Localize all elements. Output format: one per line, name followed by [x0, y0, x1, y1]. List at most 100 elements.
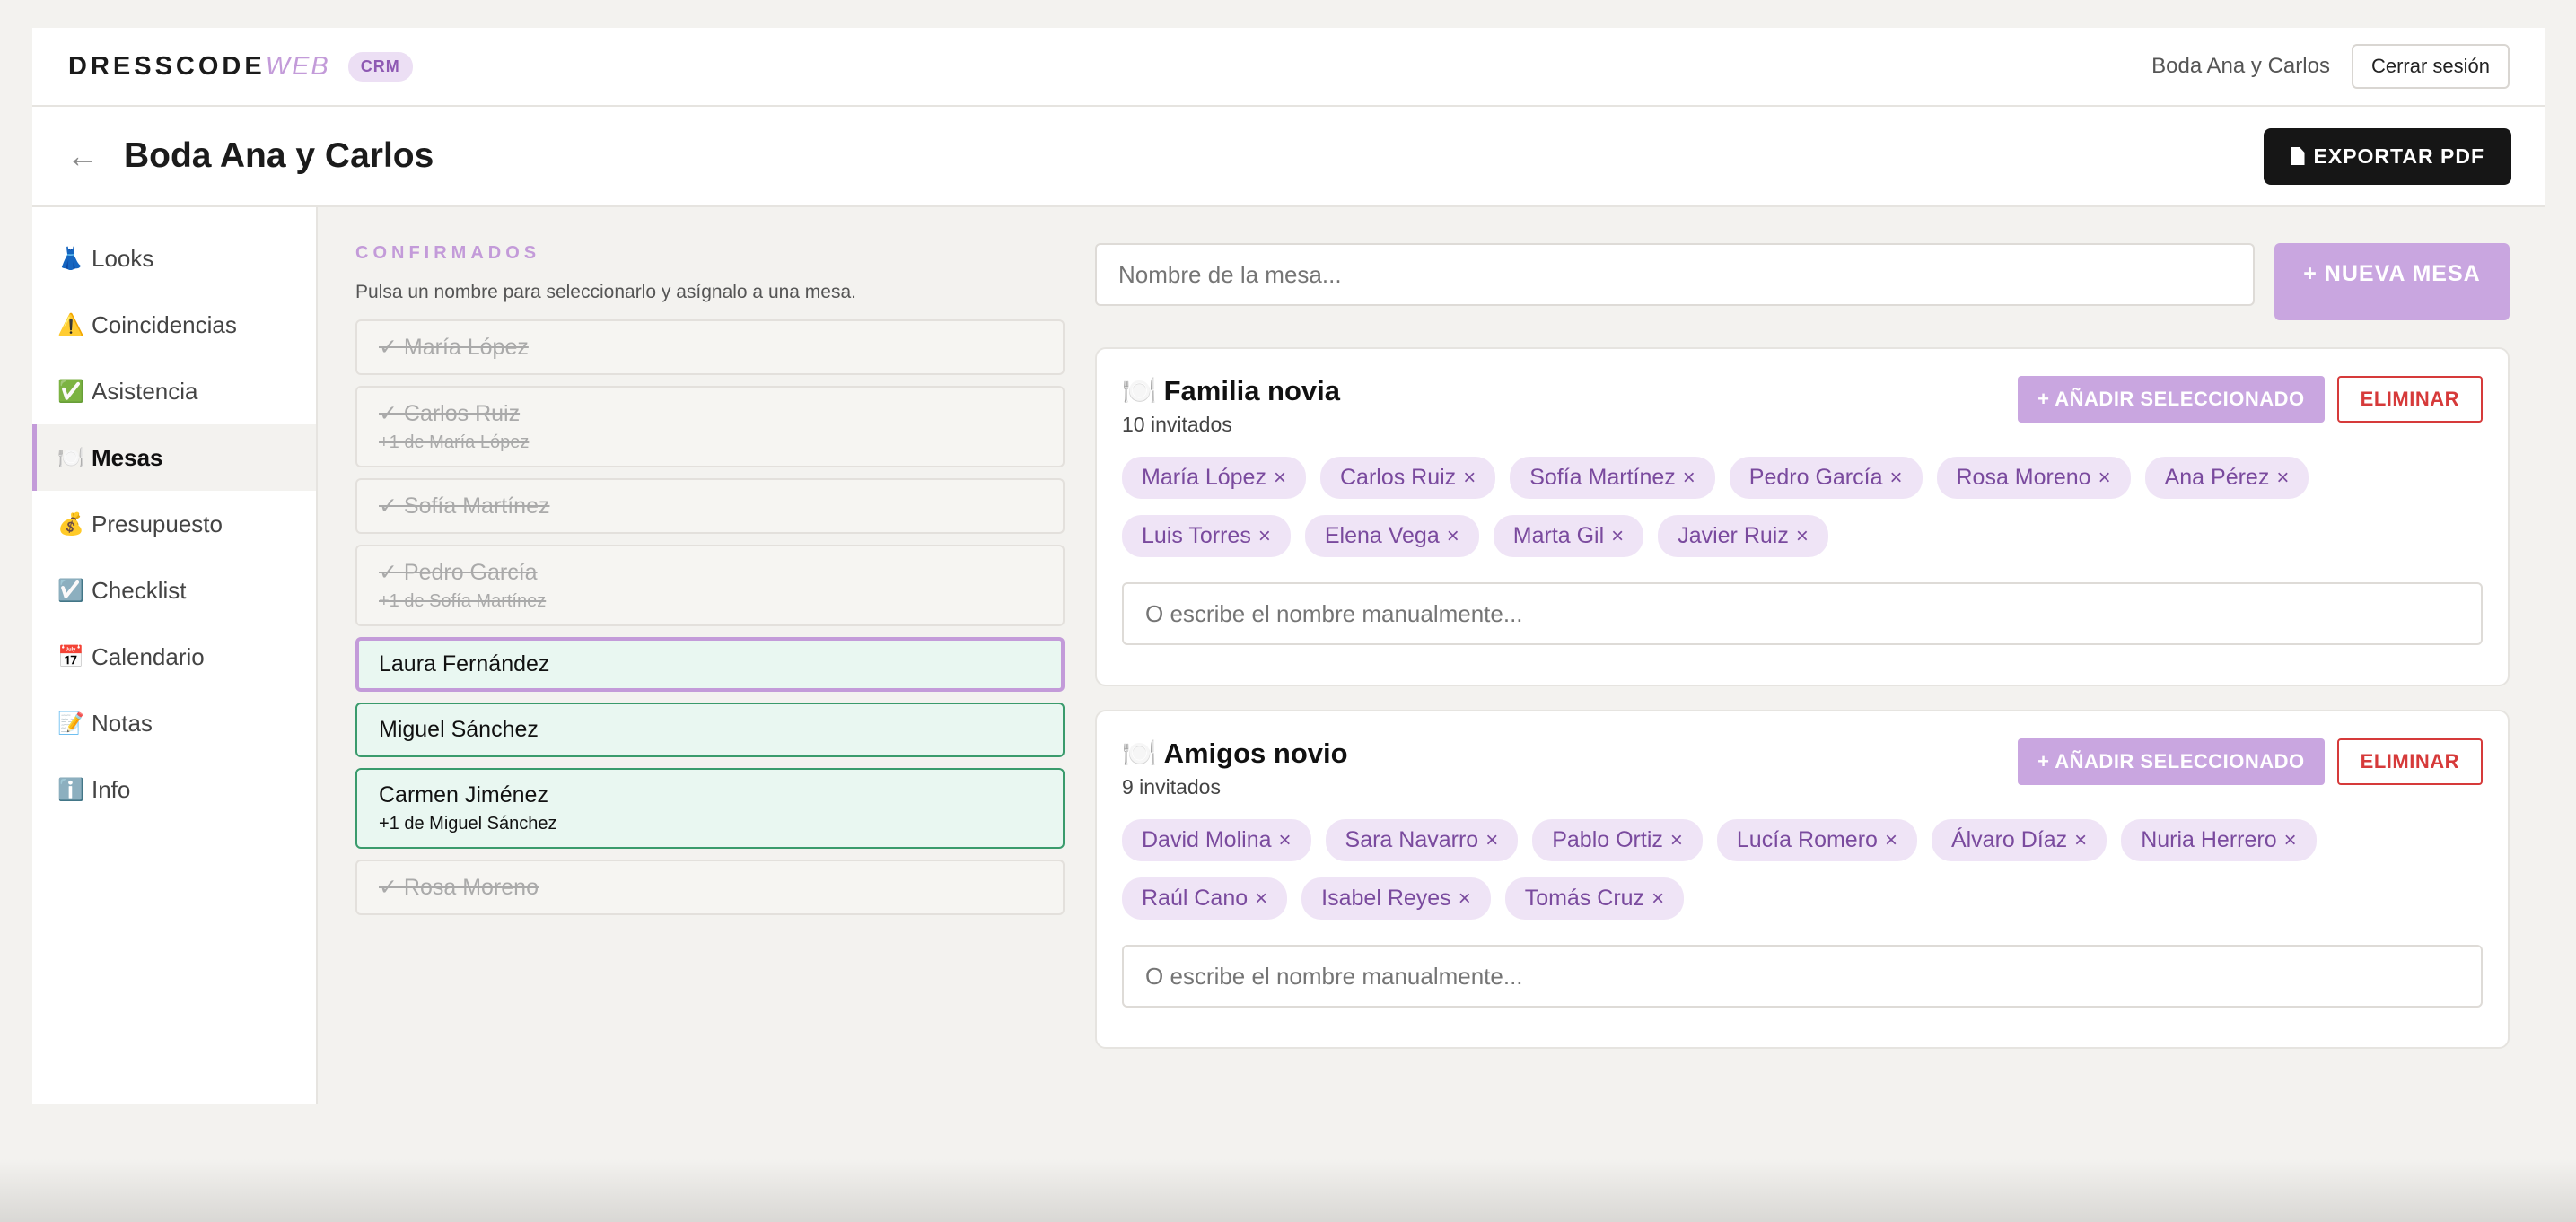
- sidebar-item-asistencia[interactable]: ✅ Asistencia: [32, 358, 316, 424]
- guest-chip-name: Lucía Romero: [1736, 827, 1878, 852]
- guest-item[interactable]: Laura Fernández: [355, 637, 1065, 692]
- sidebar-item-calendario[interactable]: 📅 Calendario: [32, 624, 316, 690]
- notas-icon: 📝: [57, 711, 84, 736]
- guest-item[interactable]: ✓ Carlos Ruiz +1 de María López: [355, 386, 1065, 467]
- remove-icon[interactable]: ×: [1459, 886, 1471, 912]
- guest-chip: María López ×: [1122, 457, 1306, 499]
- remove-icon[interactable]: ×: [2284, 828, 2297, 853]
- guest-item[interactable]: ✓ Sofía Martínez: [355, 478, 1065, 534]
- guest-count: 10 invitados: [1122, 413, 1232, 436]
- current-event-name: Boda Ana y Carlos: [2151, 54, 2330, 78]
- remove-icon[interactable]: ×: [1796, 524, 1809, 549]
- guest-list: ✓ María López ✓ Carlos Ruiz +1 de María Ló…: [355, 319, 1065, 915]
- table-name: Familia novia: [1163, 374, 1341, 406]
- sidebar-item-label: Mesas: [92, 443, 163, 471]
- table-card-heading: 🍽️ Familia novia 10 invitados: [1122, 374, 1340, 437]
- table-name-input[interactable]: [1095, 243, 2255, 306]
- delete-table-button[interactable]: ELIMINAR: [2336, 376, 2483, 423]
- remove-icon[interactable]: ×: [2074, 828, 2087, 853]
- page-title: Boda Ana y Carlos: [124, 136, 434, 175]
- guest-chip: Sara Navarro ×: [1325, 819, 1519, 861]
- guest-name: Carmen Jiménez: [379, 782, 548, 807]
- guest-chip-name: Javier Ruiz: [1678, 523, 1789, 548]
- sidebar-item-label: Presupuesto: [92, 510, 223, 537]
- tables-panel: + NUEVA MESA 🍽️ Familia novia 10 invitados…: [1095, 243, 2510, 1104]
- remove-icon[interactable]: ×: [1274, 466, 1286, 491]
- guest-plus-one: +1 de Sofía Martínez: [379, 591, 547, 611]
- remove-icon[interactable]: ×: [2098, 466, 2111, 491]
- guest-name: ✓ Sofía Martínez: [379, 493, 550, 519]
- sidebar-item-checklist[interactable]: ☑️ Checklist: [32, 557, 316, 624]
- plate-icon: 🍽️: [1122, 738, 1157, 769]
- guest-chip: Tomás Cruz ×: [1504, 877, 1685, 920]
- add-selected-button[interactable]: + AÑADIR SELECCIONADO: [2018, 376, 2325, 423]
- sidebar-item-notas[interactable]: 📝 Notas: [32, 690, 316, 756]
- remove-icon[interactable]: ×: [1652, 886, 1664, 912]
- back-arrow-icon[interactable]: ←: [66, 137, 99, 175]
- remove-icon[interactable]: ×: [1683, 466, 1695, 491]
- confirmed-guests-panel: CONFIRMADOS Pulsa un nombre para selecci…: [355, 243, 1065, 1104]
- guest-name: ✓ María López: [379, 335, 529, 360]
- brand[interactable]: DRESSCODEWEB CRM: [68, 51, 413, 82]
- guest-chip-name: Ana Pérez: [2164, 465, 2270, 490]
- section-label: CONFIRMADOS: [355, 243, 541, 263]
- remove-icon[interactable]: ×: [1885, 828, 1897, 853]
- delete-table-button[interactable]: ELIMINAR: [2336, 738, 2483, 785]
- sidebar-item-label: Info: [92, 775, 131, 803]
- guest-chip: Ana Pérez ×: [2144, 457, 2309, 499]
- guest-item[interactable]: Carmen Jiménez +1 de Miguel Sánchez: [355, 768, 1065, 849]
- remove-icon[interactable]: ×: [1611, 524, 1624, 549]
- remove-icon[interactable]: ×: [1889, 466, 1902, 491]
- guest-chip: Nuria Herrero ×: [2121, 819, 2317, 861]
- new-table-button[interactable]: + NUEVA MESA: [2274, 243, 2510, 320]
- add-selected-button[interactable]: + AÑADIR SELECCIONADO: [2018, 738, 2325, 785]
- remove-icon[interactable]: ×: [1463, 466, 1476, 491]
- table-actions: + AÑADIR SELECCIONADO ELIMINAR: [2018, 738, 2483, 785]
- manual-name-input[interactable]: [1122, 945, 2483, 1008]
- guest-chip: Pablo Ortiz ×: [1532, 819, 1703, 861]
- guest-chip-name: David Molina: [1142, 827, 1272, 852]
- remove-icon[interactable]: ×: [1670, 828, 1683, 853]
- guest-chip: Álvaro Díaz ×: [1931, 819, 2107, 861]
- title-left: ← Boda Ana y Carlos: [66, 136, 434, 176]
- guest-chip-name: Tomás Cruz: [1524, 886, 1645, 911]
- presupuesto-icon: 💰: [57, 511, 84, 537]
- export-pdf-button[interactable]: EXPORTAR PDF: [2263, 127, 2511, 185]
- title-bar: ← Boda Ana y Carlos EXPORTAR PDF: [32, 107, 2545, 207]
- guest-chip-name: Pablo Ortiz: [1552, 827, 1663, 852]
- guest-chip: David Molina ×: [1122, 819, 1311, 861]
- app-window: DRESSCODEWEB CRM Boda Ana y Carlos Cerra…: [32, 28, 2545, 1104]
- logout-button[interactable]: Cerrar sesión: [2351, 44, 2510, 89]
- manual-name-input[interactable]: [1122, 582, 2483, 645]
- remove-icon[interactable]: ×: [1447, 524, 1459, 549]
- guest-item[interactable]: ✓ Rosa Moreno: [355, 860, 1065, 915]
- remove-icon[interactable]: ×: [1258, 524, 1271, 549]
- guest-chip: Raúl Cano ×: [1122, 877, 1288, 920]
- sidebar-item-mesas[interactable]: 🍽️ Mesas: [32, 424, 316, 491]
- sidebar-item-info[interactable]: ℹ️ Info: [32, 756, 316, 823]
- brand-logo: DRESSCODEWEB: [68, 52, 330, 82]
- guest-chip: Rosa Moreno ×: [1936, 457, 2131, 499]
- table-name: Amigos novio: [1163, 737, 1348, 769]
- table-cards: 🍽️ Familia novia 10 invitados + AÑADIR SELE…: [1095, 347, 2510, 1049]
- remove-icon[interactable]: ×: [1255, 886, 1267, 912]
- hint-text: Pulsa un nombre para seleccionarlo y así…: [355, 282, 856, 302]
- sidebar-item-presupuesto[interactable]: 💰 Presupuesto: [32, 491, 316, 557]
- sidebar-item-looks[interactable]: 👗 Looks: [32, 225, 316, 292]
- guest-chip: Luis Torres ×: [1122, 515, 1291, 557]
- sidebar-item-label: Looks: [92, 244, 154, 272]
- guest-chip-name: María López: [1142, 465, 1266, 490]
- sidebar-item-coincidencias[interactable]: ⚠️ Coincidencias: [32, 292, 316, 358]
- guest-item[interactable]: ✓ Pedro García +1 de Sofía Martínez: [355, 545, 1065, 626]
- main-area: 👗 Looks ⚠️ Coincidencias ✅ Asistencia 🍽️ Mesas 💰…: [32, 207, 2545, 1104]
- remove-icon[interactable]: ×: [2276, 466, 2289, 491]
- table-card: 🍽️ Familia novia 10 invitados + AÑADIR SELE…: [1095, 347, 2510, 686]
- remove-icon[interactable]: ×: [1485, 828, 1498, 853]
- table-title: 🍽️ Amigos novio: [1122, 737, 1348, 770]
- guest-item[interactable]: ✓ María López: [355, 319, 1065, 375]
- guest-item[interactable]: Miguel Sánchez: [355, 703, 1065, 757]
- coincidencias-icon: ⚠️: [57, 312, 84, 337]
- remove-icon[interactable]: ×: [1279, 828, 1292, 853]
- guest-name: ✓ Pedro García: [379, 560, 538, 585]
- export-pdf-label: EXPORTAR PDF: [2313, 144, 2484, 168]
